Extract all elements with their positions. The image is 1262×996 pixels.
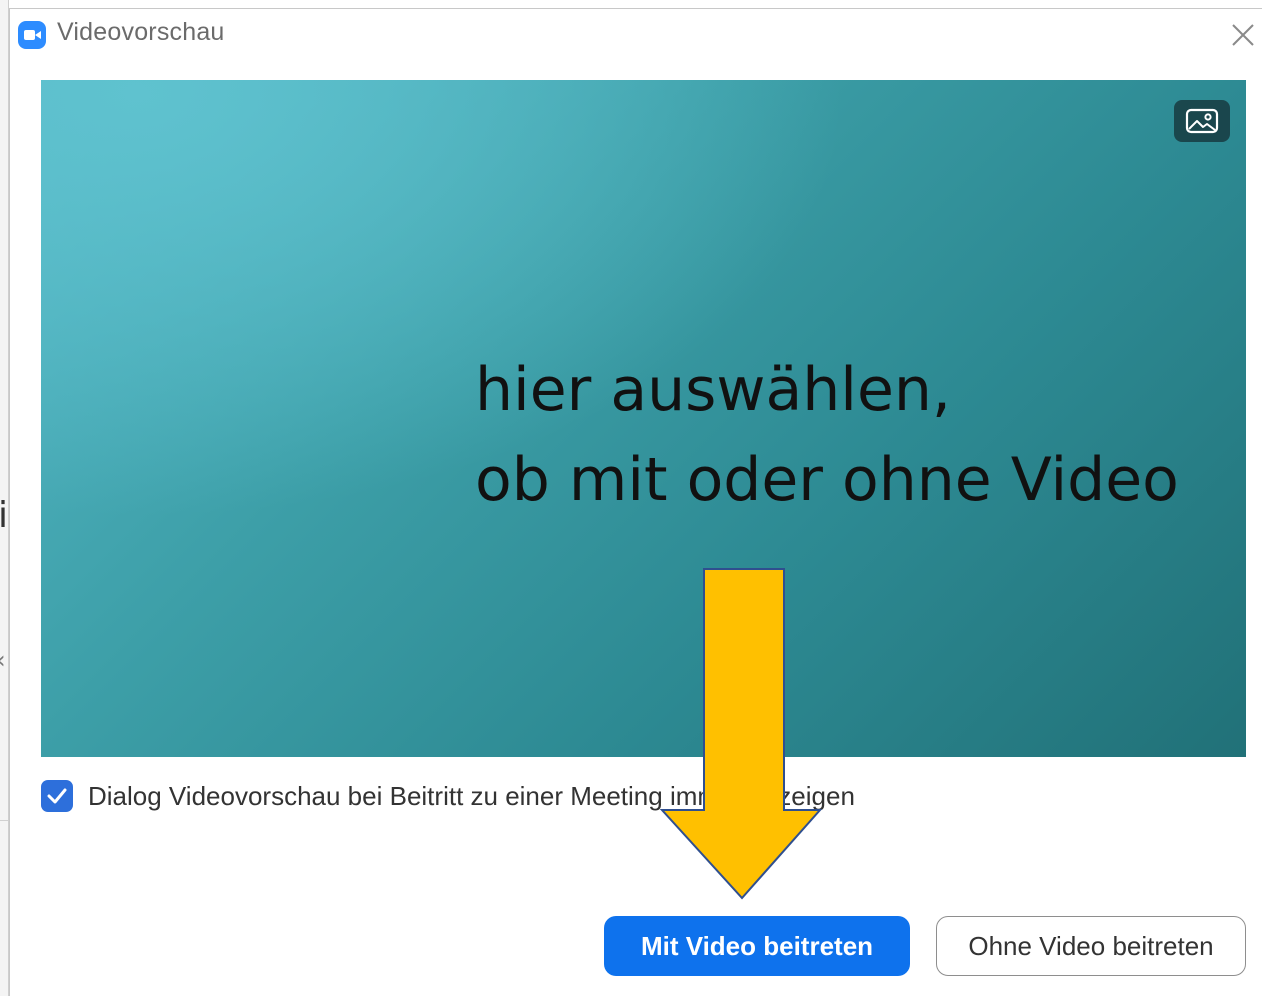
close-button[interactable] [1225, 17, 1261, 53]
window-title: Videovorschau [57, 18, 225, 46]
show-preview-label[interactable]: Dialog Videovorschau bei Beitritt zu ein… [88, 781, 855, 812]
close-icon [1232, 24, 1254, 46]
checkmark-icon [47, 788, 67, 804]
background-chevron-icon: ‹ [0, 646, 6, 674]
annotation-line-1: hier auswählen, [475, 355, 951, 425]
title-bar: Videovorschau [10, 9, 1262, 59]
background-window-text-fragment: i [0, 495, 9, 536]
show-preview-checkbox[interactable] [41, 780, 73, 812]
zoom-app-icon [18, 21, 46, 49]
screen: i ‹ Videovorschau [0, 0, 1262, 996]
join-without-video-button[interactable]: Ohne Video beitreten [936, 916, 1246, 976]
background-divider [0, 820, 8, 821]
join-with-video-button[interactable]: Mit Video beitreten [604, 916, 910, 976]
annotation-text: hier auswählen, ob mit oder ohne Video [475, 345, 1179, 525]
image-background-icon [1185, 108, 1219, 134]
annotation-line-2: ob mit oder ohne Video [475, 445, 1179, 515]
virtual-background-button[interactable] [1174, 100, 1230, 142]
